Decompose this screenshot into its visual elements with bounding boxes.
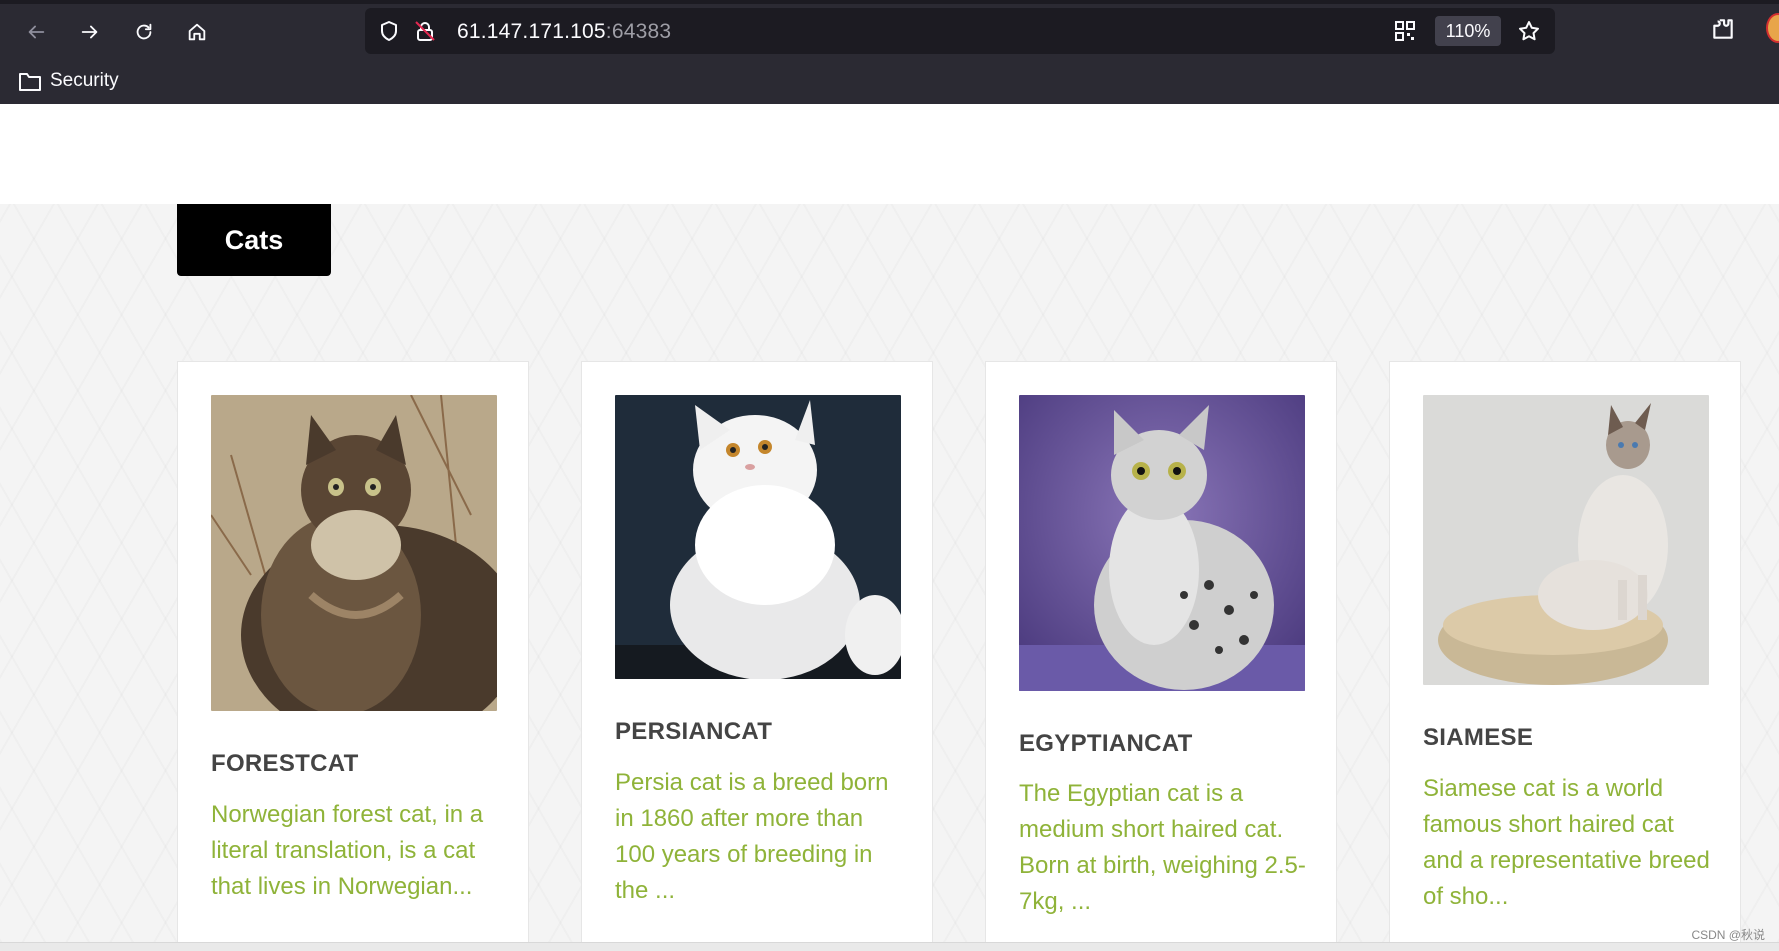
account-avatar[interactable] xyxy=(1766,13,1779,43)
insecure-lock-icon[interactable] xyxy=(413,19,437,43)
cat-image-persiancat[interactable] xyxy=(615,395,901,679)
card-description: Norwegian forest cat, in a literal trans… xyxy=(211,801,484,900)
url-host: 61.147.171.105 xyxy=(457,20,606,43)
forward-button[interactable] xyxy=(72,14,108,50)
folder-icon xyxy=(19,73,41,91)
card-description: Persia cat is a breed born in 1860 after… xyxy=(615,769,889,904)
watermark: CSDN @秋说 xyxy=(1691,928,1765,942)
address-bar[interactable]: 61.147.171.105:64383 110% xyxy=(365,8,1555,54)
card-description: Siamese cat is a world famous short hair… xyxy=(1423,775,1710,910)
persian-cat-photo xyxy=(615,395,901,679)
reload-button[interactable] xyxy=(126,14,162,50)
arrow-left-icon xyxy=(28,25,45,39)
home-icon xyxy=(188,23,206,41)
cat-card-forestcat[interactable]: FORESTCAT Norwegian forest cat, in a lit… xyxy=(177,361,529,951)
cat-card-persiancat[interactable]: PERSIANCAT Persia cat is a breed born in… xyxy=(581,361,933,951)
qr-code-icon[interactable] xyxy=(1393,19,1417,43)
bookmark-folder-security[interactable]: Security xyxy=(18,70,119,92)
cat-image-forestcat[interactable] xyxy=(211,395,497,711)
egyptian-cat-photo xyxy=(1019,395,1305,691)
back-button[interactable] xyxy=(18,14,54,50)
zoom-level-badge[interactable]: 110% xyxy=(1435,16,1501,46)
cat-image-egyptiancat[interactable] xyxy=(1019,395,1305,691)
forest-cat-photo xyxy=(211,395,497,711)
window-top-edge xyxy=(0,0,1779,4)
card-title[interactable]: FORESTCAT xyxy=(211,750,359,778)
card-description: The Egyptian cat is a medium short haire… xyxy=(1019,780,1306,915)
bookmark-star-icon[interactable] xyxy=(1517,19,1541,43)
cat-card-siamese[interactable]: SIAMESE Siamese cat is a world famous sh… xyxy=(1389,361,1741,951)
card-title[interactable]: PERSIANCAT xyxy=(615,718,772,746)
card-title[interactable]: EGYPTIANCAT xyxy=(1019,730,1193,758)
cat-image-siamese[interactable] xyxy=(1423,395,1709,685)
arrow-right-icon xyxy=(81,25,98,39)
url-text[interactable]: 61.147.171.105:64383 xyxy=(457,20,671,44)
card-title[interactable]: SIAMESE xyxy=(1423,724,1533,752)
extensions-icon[interactable] xyxy=(1710,16,1736,42)
home-button[interactable] xyxy=(179,14,215,50)
cat-card-egyptiancat[interactable]: EGYPTIANCAT The Egyptian cat is a medium… xyxy=(985,361,1337,951)
site-header xyxy=(0,104,1779,204)
bookmark-label: Security xyxy=(50,70,119,91)
reload-icon xyxy=(136,23,152,40)
browser-chrome: 61.147.171.105:64383 110% Security xyxy=(0,0,1779,104)
tracking-shield-icon[interactable] xyxy=(377,19,401,43)
url-port: :64383 xyxy=(605,20,672,43)
siamese-cat-photo xyxy=(1423,395,1709,685)
nav-tab-cats[interactable]: Cats xyxy=(177,204,331,276)
